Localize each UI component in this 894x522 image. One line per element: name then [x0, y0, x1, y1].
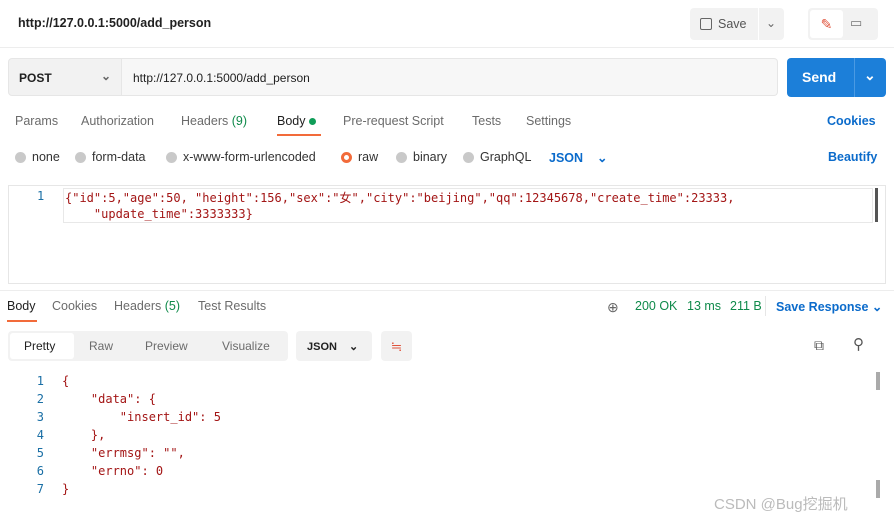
line-number: 6 — [36, 464, 44, 478]
globe-icon: ⊕ — [607, 299, 619, 315]
radio-none[interactable]: none — [15, 150, 60, 164]
line-number: 1 — [36, 374, 44, 388]
chevron-down-icon[interactable]: ⌄ — [766, 16, 776, 30]
comment-icon[interactable]: ▭ — [850, 15, 862, 31]
response-tab-test-results[interactable]: Test Results — [198, 299, 266, 313]
radio-raw[interactable]: raw — [341, 150, 378, 164]
tab-tests[interactable]: Tests — [472, 114, 501, 128]
line-number: 4 — [36, 428, 44, 442]
code-line: "update_time":3333333} — [65, 207, 253, 221]
response-tab-headers[interactable]: Headers (5) — [114, 299, 180, 313]
view-preview[interactable]: Preview — [145, 339, 188, 353]
save-button[interactable]: Save ⌄ — [690, 8, 784, 40]
view-mode-tabs: Pretty Raw Preview Visualize — [8, 331, 288, 361]
tab-authorization[interactable]: Authorization — [81, 114, 154, 128]
code-line: "data": { — [62, 392, 156, 406]
scrollbar[interactable] — [876, 480, 880, 498]
code-line: { — [62, 374, 70, 388]
active-tab-underline — [7, 320, 37, 322]
wrap-lines-icon[interactable]: ≒ — [381, 331, 412, 361]
save-icon — [700, 18, 712, 30]
edit-comment-toggle[interactable]: ✎ ▭ — [808, 8, 878, 40]
code-line: }, — [62, 428, 106, 442]
response-time[interactable]: 13 ms — [687, 299, 721, 313]
code-line: "insert_id": 5 — [62, 410, 221, 424]
response-tab-cookies[interactable]: Cookies — [52, 299, 97, 313]
radio-urlencoded[interactable]: x-www-form-urlencoded — [166, 150, 316, 164]
method-select[interactable]: POST ⌄ — [8, 58, 122, 96]
send-button[interactable]: Send ⌄ — [787, 58, 886, 97]
edit-icon[interactable]: ✎ — [810, 10, 843, 38]
radio-form-data[interactable]: form-data — [75, 150, 146, 164]
url-input[interactable]: http://127.0.0.1:5000/add_person — [122, 58, 778, 96]
line-number: 3 — [36, 410, 44, 424]
response-tab-body[interactable]: Body — [7, 299, 36, 313]
scrollbar[interactable] — [875, 188, 878, 222]
code-line: {"id":5,"age":50, "height":156,"sex":"女"… — [65, 191, 735, 205]
request-title: http://127.0.0.1:5000/add_person — [18, 16, 212, 30]
cookies-link[interactable]: Cookies — [827, 114, 876, 128]
line-number: 5 — [36, 446, 44, 460]
view-visualize[interactable]: Visualize — [222, 339, 270, 353]
line-number: 1 — [37, 189, 45, 203]
modified-dot-icon — [308, 118, 316, 125]
tab-body[interactable]: Body — [277, 114, 316, 128]
body-editor[interactable]: 1 {"id":5,"age":50, "height":156,"sex":"… — [8, 185, 886, 284]
watermark: CSDN @Bug挖掘机 — [714, 496, 848, 513]
response-size[interactable]: 211 B — [730, 299, 762, 313]
format-select[interactable]: JSON ⌄ — [549, 150, 608, 166]
beautify-link[interactable]: Beautify — [828, 150, 877, 164]
radio-binary[interactable]: binary — [396, 150, 447, 164]
radio-graphql[interactable]: GraphQL — [463, 150, 531, 164]
copy-icon[interactable]: ⧉ — [814, 337, 824, 354]
save-label: Save — [718, 17, 747, 31]
view-raw[interactable]: Raw — [89, 339, 113, 353]
save-response-button[interactable]: Save Response ⌄ — [776, 299, 882, 314]
chevron-down-icon[interactable]: ⌄ — [864, 67, 876, 84]
response-format-select[interactable]: JSON ⌄ — [296, 331, 372, 361]
tab-headers[interactable]: Headers (9) — [181, 114, 247, 128]
line-number: 7 — [36, 482, 44, 496]
code-line: } — [62, 482, 70, 496]
status-code[interactable]: 200 OK — [635, 299, 677, 313]
tab-params[interactable]: Params — [15, 114, 58, 128]
chevron-down-icon: ⌄ — [100, 69, 111, 83]
code-line: "errmsg": "", — [62, 446, 185, 460]
tab-settings[interactable]: Settings — [526, 114, 571, 128]
search-icon[interactable]: ⚲ — [853, 335, 864, 353]
active-tab-underline — [277, 134, 321, 136]
code-line: "errno": 0 — [62, 464, 164, 478]
line-number: 2 — [36, 392, 44, 406]
tab-pre-request-script[interactable]: Pre-request Script — [343, 114, 444, 128]
scrollbar[interactable] — [876, 372, 880, 390]
view-pretty[interactable]: Pretty — [10, 333, 74, 359]
